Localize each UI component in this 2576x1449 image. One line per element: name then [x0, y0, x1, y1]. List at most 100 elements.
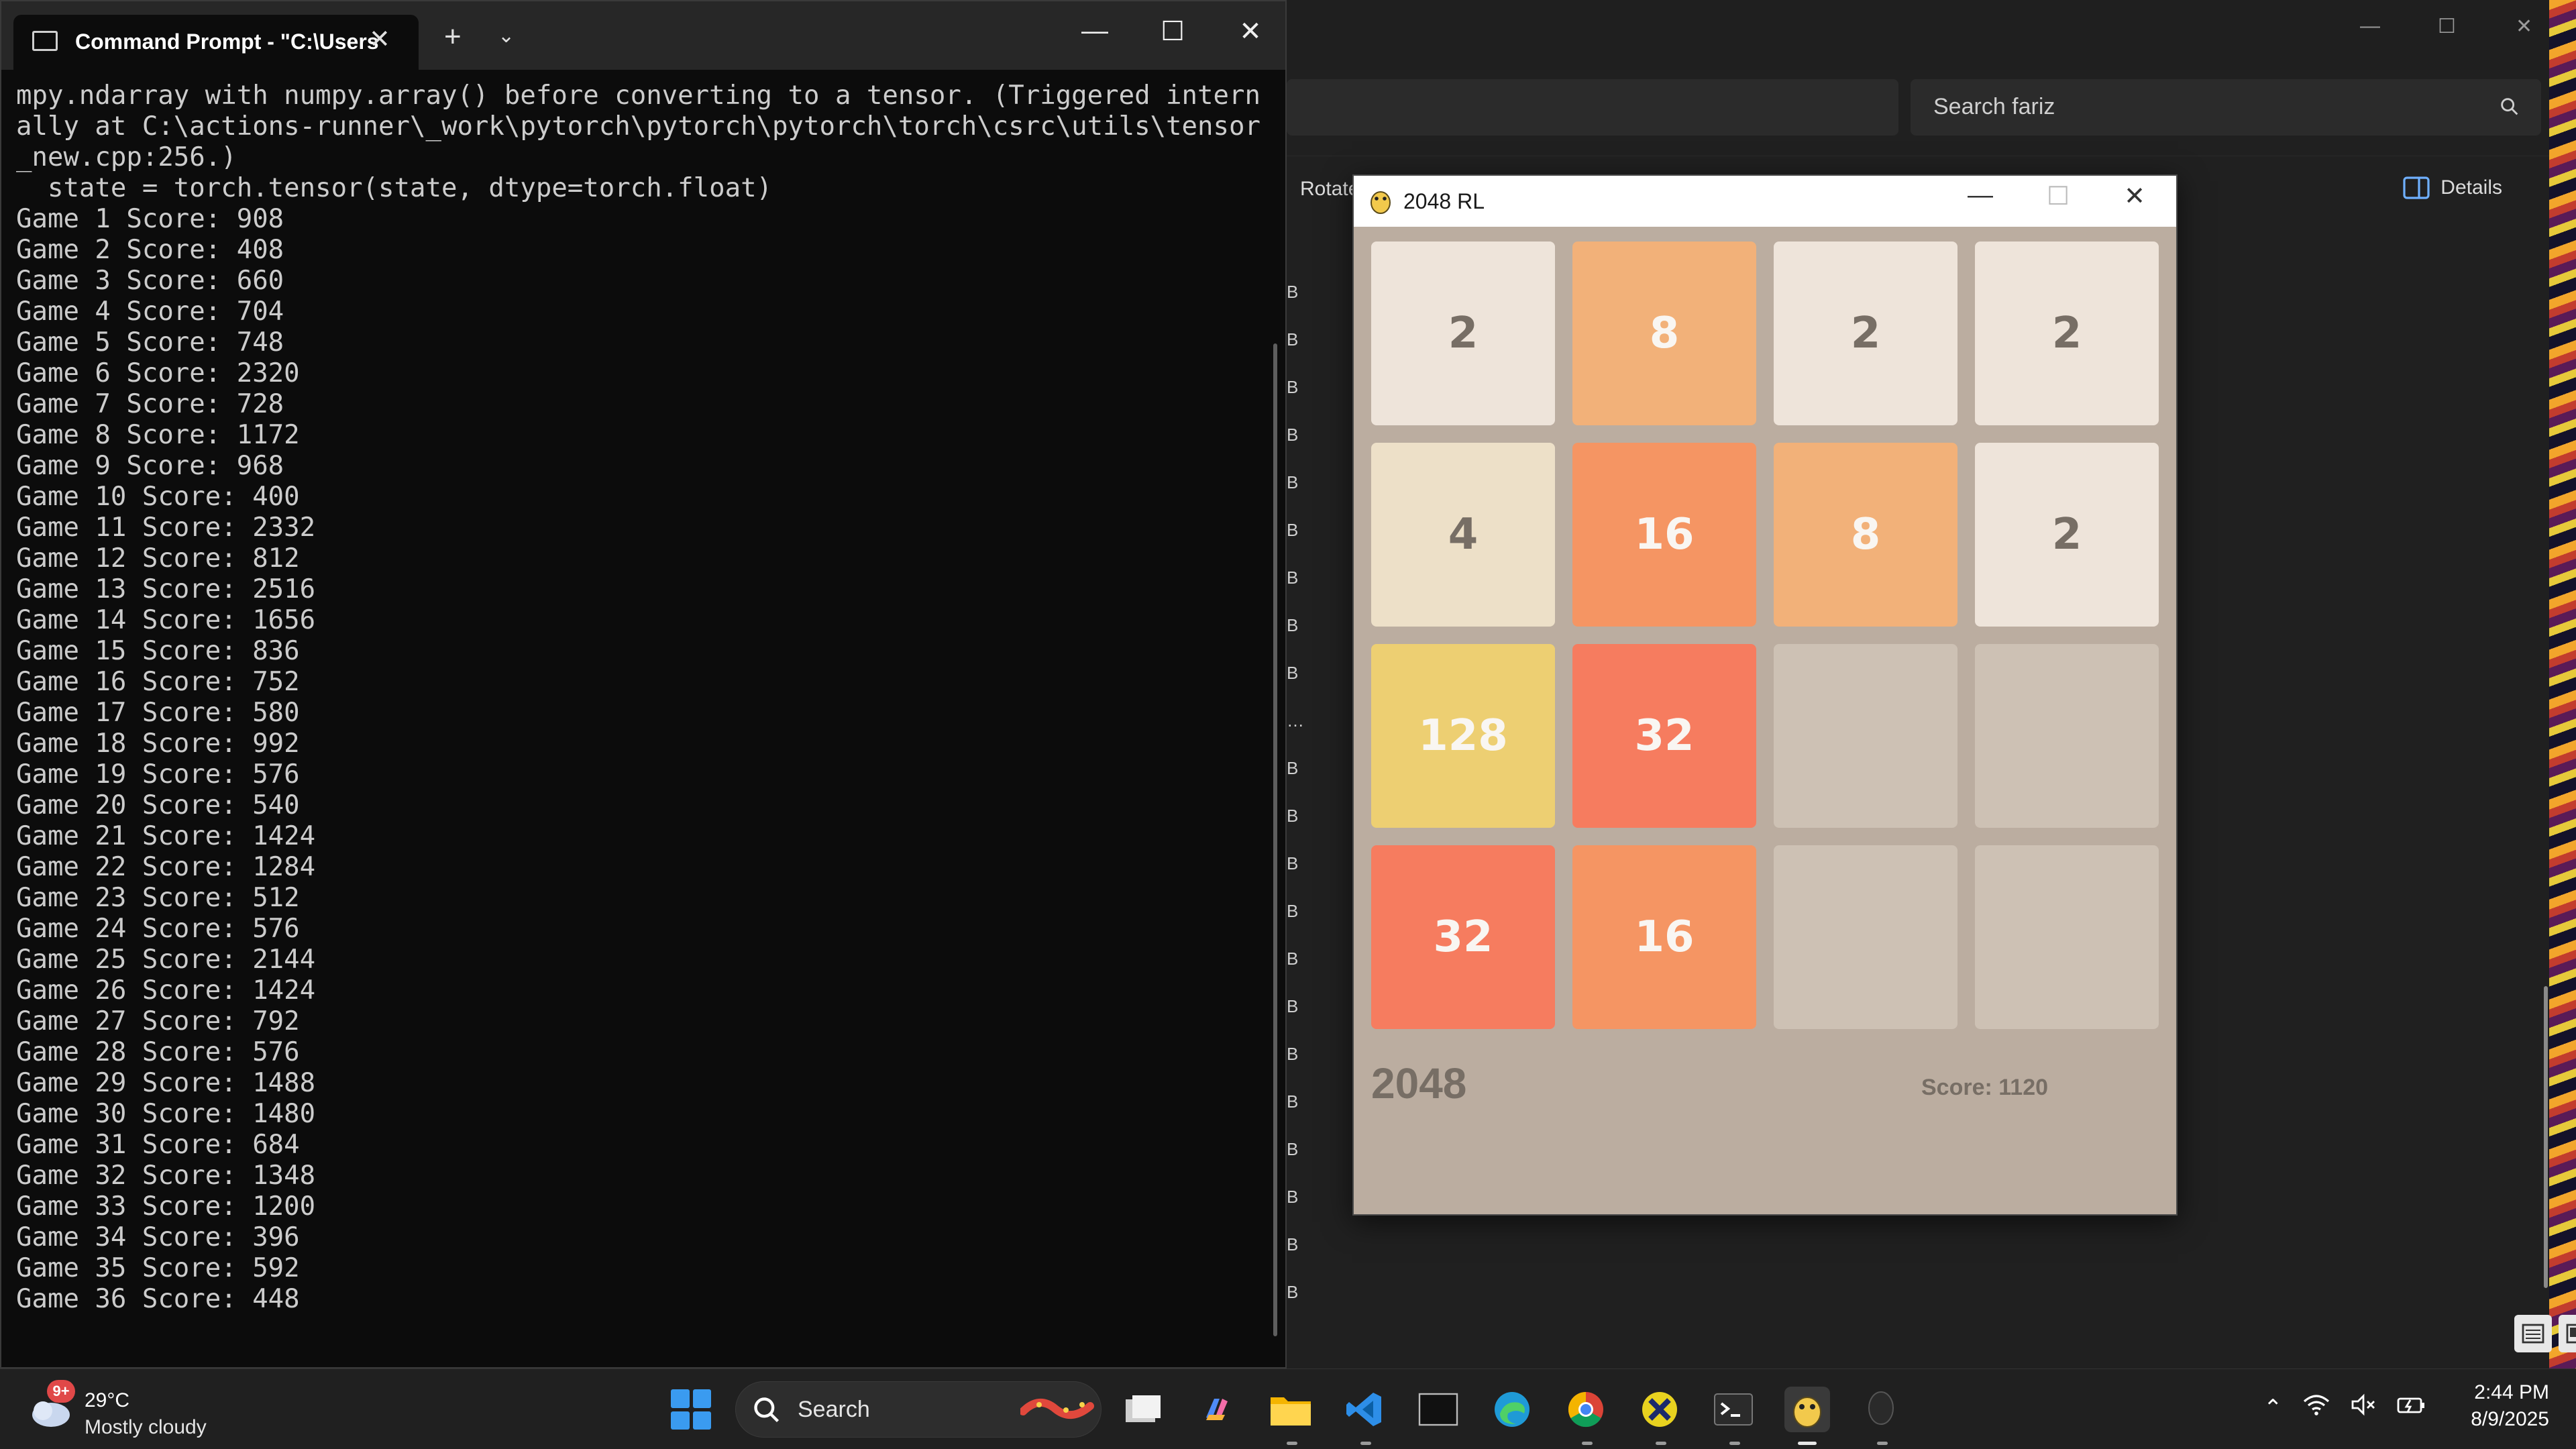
terminal-line: Game 1 Score: 908 — [16, 204, 284, 234]
terminal-line: _new.cpp:256.) — [16, 142, 237, 172]
console-window-icon[interactable] — [1415, 1387, 1461, 1432]
empty-tile — [1774, 644, 1957, 828]
explorer-titlebar: — ☐ ✕ — [1287, 0, 2549, 70]
empty-tile — [1975, 845, 2159, 1029]
tab-close-icon[interactable]: ✕ — [369, 24, 390, 54]
size-unit-fragment: B — [1287, 949, 1299, 969]
tiles-view-button[interactable] — [2559, 1315, 2576, 1352]
size-unit-fragment: B — [1287, 568, 1299, 588]
explorer-search-placeholder: Search fariz — [1933, 94, 2055, 119]
volume-muted-icon[interactable] — [2350, 1393, 2377, 1422]
tab-dropdown-button[interactable]: ⌄ — [498, 24, 515, 48]
size-unit-fragment: B — [1287, 425, 1299, 445]
size-unit-fragment: B — [1287, 1044, 1299, 1064]
terminal-line: Game 30 Score: 1480 — [16, 1099, 316, 1129]
windows-terminal-icon[interactable] — [1711, 1387, 1756, 1432]
game-window-2048: 2048 RL — ☐ ✕ 2 8 2 2 4 16 8 2 128 32 32 16 2048 Sc… — [1352, 174, 2178, 1216]
terminal-line: Game 16 Score: 752 — [16, 667, 300, 697]
terminal-line: Game 36 Score: 448 — [16, 1284, 300, 1314]
copilot-icon[interactable] — [1194, 1387, 1240, 1432]
tab-title: Command Prompt - "C:\Users — [75, 30, 379, 54]
view-toggle-group — [2514, 1315, 2576, 1352]
terminal-line: mpy.ndarray with numpy.array() before co… — [16, 80, 1260, 111]
terminal-tab[interactable]: Command Prompt - "C:\Users ✕ — [13, 15, 419, 70]
start-button[interactable] — [671, 1389, 711, 1430]
terminal-line: Game 10 Score: 400 — [16, 482, 300, 512]
edge-icon[interactable] — [1489, 1387, 1535, 1432]
search-icon — [2501, 98, 2518, 115]
game-titlebar: 2048 RL — ☐ ✕ — [1354, 176, 2176, 227]
new-tab-button[interactable]: + — [444, 20, 462, 54]
terminal-maximize-button[interactable]: ☐ — [1152, 16, 1193, 47]
tiles-view-icon — [2566, 1324, 2576, 1344]
terminal-close-button[interactable]: ✕ — [1230, 16, 1271, 47]
explorer-close-button[interactable]: ✕ — [2516, 15, 2532, 38]
terminal-line: Game 23 Score: 512 — [16, 883, 300, 913]
clock-date[interactable]: 8/9/2025 — [2455, 1408, 2549, 1431]
weather-widget[interactable]: 9+ 29°C Mostly cloudy — [27, 1379, 228, 1440]
game-minimize-button[interactable]: — — [1960, 181, 2000, 210]
explorer-minimize-button[interactable]: — — [2360, 15, 2380, 38]
terminal-minimize-button[interactable]: — — [1075, 16, 1115, 46]
terminal-line: Game 20 Score: 540 — [16, 790, 300, 820]
size-unit-fragment: B — [1287, 1091, 1299, 1112]
empty-tile — [1774, 845, 1957, 1029]
explorer-address-bar[interactable] — [1287, 79, 1898, 136]
list-view-icon — [2522, 1324, 2544, 1344]
terminal-line: Game 6 Score: 2320 — [16, 358, 300, 388]
tile: 2 — [1371, 241, 1555, 425]
size-unit-fragment: … — [1287, 710, 1304, 731]
size-unit-fragment: B — [1287, 1234, 1299, 1254]
pygame-snake-icon — [1371, 191, 1391, 214]
explorer-maximize-button[interactable]: ☐ — [2438, 15, 2456, 38]
clock-time[interactable]: 2:44 PM — [2469, 1381, 2549, 1404]
vscode-icon[interactable] — [1342, 1387, 1387, 1432]
terminal-line: Game 35 Score: 592 — [16, 1253, 300, 1283]
details-pane-button[interactable]: Details — [2403, 176, 2502, 199]
size-unit-fragment: B — [1287, 663, 1299, 683]
empty-tile — [1975, 644, 2159, 828]
command-prompt-window: Command Prompt - "C:\Users ✕ + ⌄ — ☐ ✕ m… — [0, 0, 1287, 1368]
size-unit-fragment: B — [1287, 520, 1299, 540]
weather-notification-badge: 9+ — [47, 1380, 75, 1403]
task-view-icon[interactable] — [1120, 1387, 1166, 1432]
details-pane-icon — [2403, 176, 2430, 199]
game-close-button[interactable]: ✕ — [2114, 181, 2155, 211]
pygame-app-icon[interactable] — [1784, 1387, 1830, 1432]
size-unit-fragment: B — [1287, 329, 1299, 350]
game-maximize-button: ☐ — [2046, 182, 2070, 211]
terminal-line: Game 2 Score: 408 — [16, 235, 284, 265]
terminal-line: Game 3 Score: 660 — [16, 266, 284, 296]
explorer-search-box[interactable]: Search fariz — [1911, 79, 2541, 136]
terminal-line: Game 22 Score: 1284 — [16, 852, 316, 882]
unknown-app-icon[interactable] — [1858, 1387, 1904, 1432]
show-hidden-icons-icon[interactable]: ⌃ — [2263, 1395, 2283, 1421]
terminal-scrollbar[interactable] — [1273, 343, 1277, 1336]
terminal-line: Game 14 Score: 1656 — [16, 605, 316, 635]
explorer-scrollbar[interactable] — [2544, 986, 2548, 1288]
terminal-line: Game 21 Score: 1424 — [16, 821, 316, 851]
wifi-icon[interactable] — [2303, 1393, 2330, 1422]
running-indicator — [1360, 1442, 1371, 1445]
file-explorer-icon[interactable] — [1268, 1387, 1313, 1432]
desktop-wallpaper — [2549, 0, 2576, 1368]
tile: 2 — [1975, 443, 2159, 627]
system-tray: ⌃ — [2263, 1393, 2426, 1422]
terminal-line: Game 4 Score: 704 — [16, 297, 284, 327]
xbox-game-bar-icon[interactable] — [1637, 1387, 1682, 1432]
terminal-line: Game 28 Score: 576 — [16, 1037, 300, 1067]
terminal-line: Game 13 Score: 2516 — [16, 574, 316, 604]
size-unit-fragment: B — [1287, 615, 1299, 635]
size-unit-fragment: B — [1287, 901, 1299, 921]
terminal-output[interactable]: mpy.ndarray with numpy.array() before co… — [16, 80, 1260, 1355]
active-app-indicator — [1798, 1442, 1817, 1445]
rotate-button[interactable]: Rotate — [1300, 178, 1359, 201]
taskbar-search-box[interactable]: Search — [735, 1381, 1102, 1438]
tile: 16 — [1572, 845, 1756, 1029]
terminal-line: Game 8 Score: 1172 — [16, 420, 300, 450]
game-score: Score: 1120 — [1921, 1075, 2049, 1100]
battery-icon[interactable] — [2397, 1393, 2426, 1422]
details-view-button[interactable] — [2514, 1315, 2552, 1352]
command-prompt-icon — [32, 31, 58, 51]
chrome-icon[interactable] — [1563, 1387, 1609, 1432]
